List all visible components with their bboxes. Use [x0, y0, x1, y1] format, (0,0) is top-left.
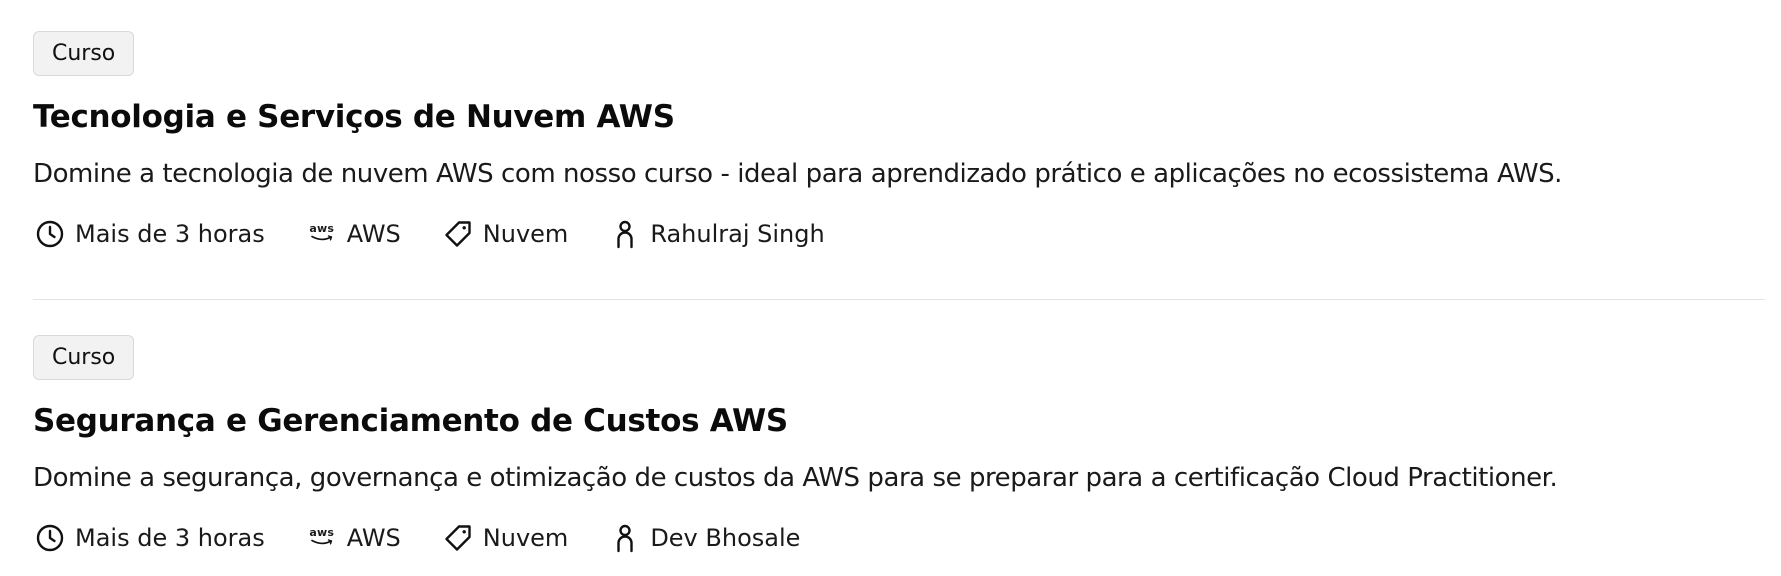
clock-icon	[33, 521, 67, 555]
course-title[interactable]: Segurança e Gerenciamento de Custos AWS	[33, 402, 1765, 440]
aws-logo-text: aws	[309, 222, 335, 235]
aws-logo-text: aws	[309, 526, 335, 539]
person-icon	[608, 217, 642, 251]
course-provider: aws AWS	[305, 217, 401, 251]
course-type-badge: Curso	[33, 31, 135, 76]
course-duration: Mais de 3 horas	[33, 217, 265, 251]
aws-logo-icon: aws	[305, 217, 339, 251]
course-provider-label: AWS	[346, 220, 401, 248]
clock-icon	[33, 217, 67, 251]
course-tag-label: Nuvem	[482, 220, 569, 248]
aws-logo-icon: aws	[305, 521, 339, 555]
tag-icon	[441, 217, 475, 251]
course-duration: Mais de 3 horas	[33, 521, 265, 555]
course-tag: Nuvem	[441, 521, 569, 555]
course-meta: Mais de 3 horas aws AWS	[33, 216, 1765, 252]
person-icon	[608, 521, 642, 555]
course-instructor-label: Rahulraj Singh	[650, 220, 825, 248]
course-tag: Nuvem	[441, 217, 569, 251]
course-type-badge: Curso	[33, 335, 135, 380]
course-card[interactable]: Curso Segurança e Gerenciamento de Custo…	[33, 335, 1765, 556]
course-title[interactable]: Tecnologia e Serviços de Nuvem AWS	[33, 98, 1765, 136]
tag-icon	[441, 521, 475, 555]
course-instructor: Rahulraj Singh	[608, 217, 825, 251]
course-provider: aws AWS	[305, 521, 401, 555]
course-tag-label: Nuvem	[482, 524, 569, 552]
course-meta: Mais de 3 horas aws AWS	[33, 520, 1765, 556]
course-instructor: Dev Bhosale	[608, 521, 800, 555]
course-duration-label: Mais de 3 horas	[75, 524, 265, 552]
course-duration-label: Mais de 3 horas	[75, 220, 265, 248]
course-instructor-label: Dev Bhosale	[650, 524, 801, 552]
course-provider-label: AWS	[346, 524, 401, 552]
card-divider	[33, 299, 1765, 300]
course-description: Domine a segurança, governança e otimiza…	[33, 463, 1558, 493]
course-card[interactable]: Curso Tecnologia e Serviços de Nuvem AWS…	[33, 31, 1765, 252]
course-list: Curso Tecnologia e Serviços de Nuvem AWS…	[0, 0, 1781, 576]
course-description: Domine a tecnologia de nuvem AWS com nos…	[33, 159, 1562, 189]
